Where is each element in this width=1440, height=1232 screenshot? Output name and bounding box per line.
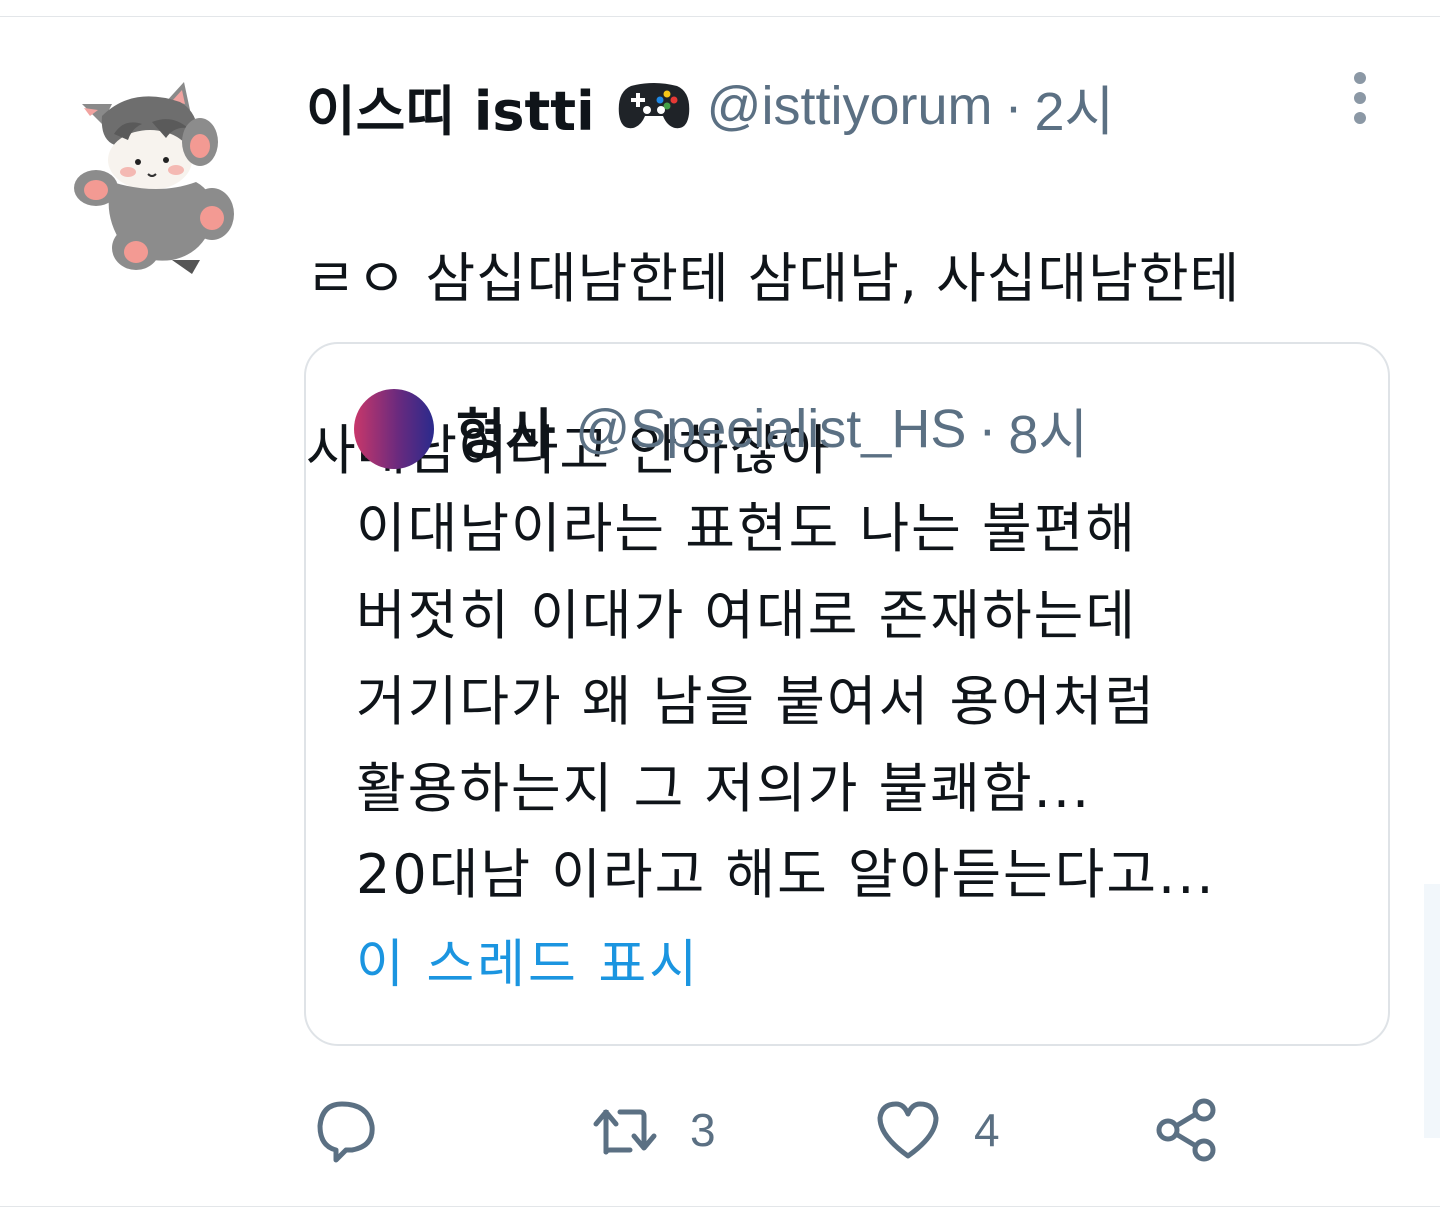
share-button[interactable]: [1152, 1090, 1220, 1170]
tweet-actions-bar: 3 4: [306, 1090, 1306, 1170]
more-options-icon[interactable]: [1340, 70, 1380, 126]
separator-dot: ·: [978, 399, 997, 459]
top-divider: [0, 16, 1440, 17]
quoted-text-line: 활용하는지 그 저의가 불쾌함...: [356, 756, 1092, 820]
quoted-text-line: 이대남이라는 표현도 나는 불편해: [356, 497, 1138, 560]
tweet-text-line: ㄹㅇ 삼십대남한테 삼대남, 사십대남한테: [306, 247, 1241, 310]
cat-avatar-icon[interactable]: [62, 64, 252, 274]
retweet-count: 3: [690, 1104, 716, 1156]
reply-button[interactable]: [312, 1090, 380, 1170]
quoted-tweet-card[interactable]: 형사 @Specialist_HS · 8시 이대남이라는 표현도 나는 불편해…: [304, 342, 1390, 1046]
quoted-text-line: 버젓히 이대가 여대로 존재하는데: [356, 583, 1138, 647]
quoted-text-line: 20대남 이라고 해도 알아듣는다고...: [356, 843, 1216, 906]
like-count: 4: [974, 1104, 1000, 1156]
author-display-name[interactable]: 이스띠 istti: [306, 67, 595, 146]
reply-icon: [317, 1101, 375, 1163]
author-handle[interactable]: @isttiyorum: [707, 75, 993, 137]
quoted-author-handle: @Specialist_HS: [575, 399, 967, 459]
retweet-button[interactable]: 3: [590, 1090, 716, 1170]
gamepad-icon: [618, 83, 689, 129]
quoted-tweet-text: 이대남이라는 표현도 나는 불편해 버젓히 이대가 여대로 존재하는데 거기다가…: [356, 486, 1356, 919]
quoted-text-line: 거기다가 왜 남을 붙여서 용어처럼: [356, 670, 1157, 733]
quoted-author-display-name: 형사: [456, 402, 556, 466]
show-thread-link[interactable]: 이 스레드 표시: [356, 922, 700, 997]
tweet-timestamp[interactable]: 2시: [1034, 67, 1114, 146]
retweet-icon: [593, 1109, 657, 1155]
bottom-divider: [0, 1206, 1440, 1207]
quoted-tweet-header: 형사 @Specialist_HS · 8시: [354, 386, 1088, 472]
tweet-header: 이스띠 istti @isttiyorum · 2시: [306, 68, 1114, 144]
heart-icon: [877, 1101, 939, 1159]
like-button[interactable]: 4: [874, 1090, 1000, 1170]
share-icon: [1156, 1098, 1216, 1162]
separator-dot: ·: [1004, 76, 1023, 136]
quoted-author-avatar: [354, 389, 434, 469]
scrollbar[interactable]: [1424, 884, 1440, 1138]
quoted-tweet-timestamp: 8시: [1008, 404, 1089, 465]
